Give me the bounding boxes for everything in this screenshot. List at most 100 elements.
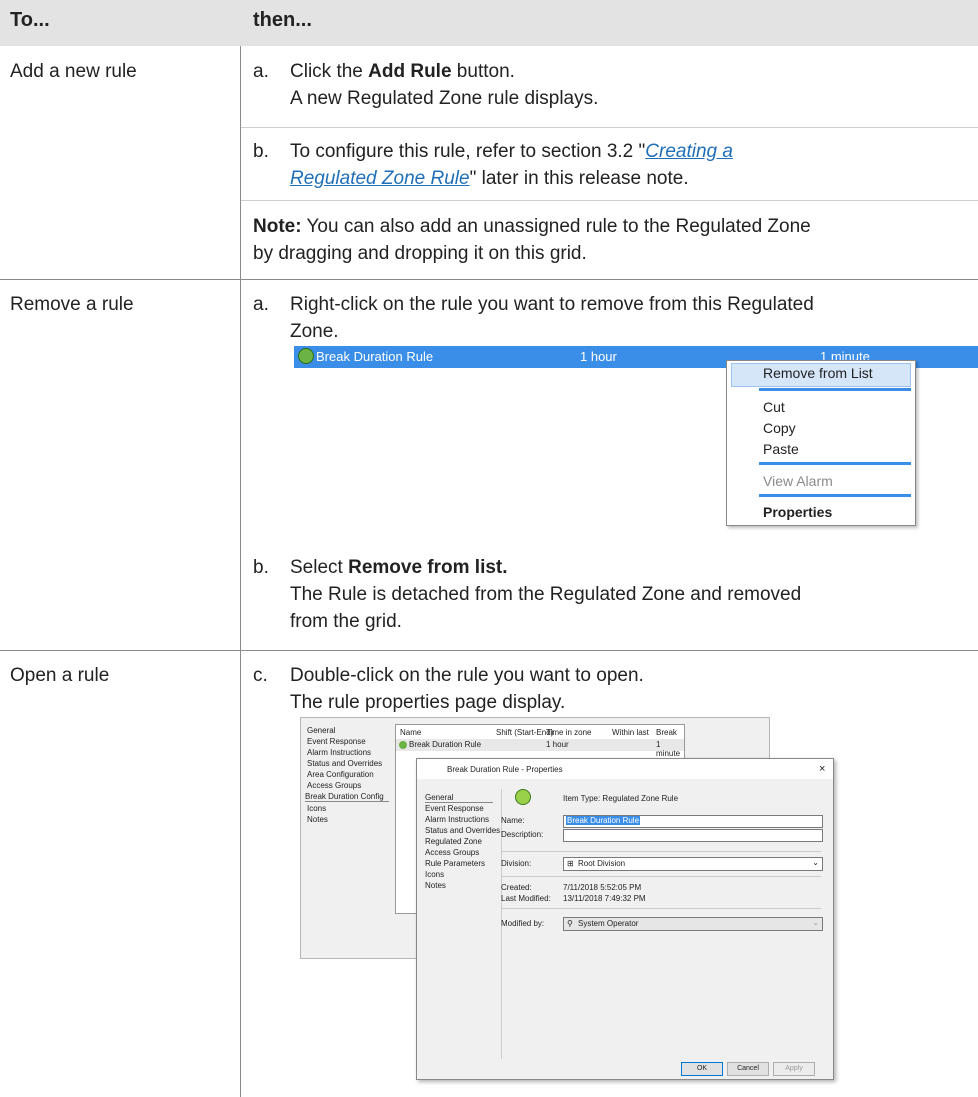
- step-add-click: Click the Add Rule button.: [290, 61, 515, 82]
- step-divider: [241, 127, 978, 128]
- nav-item[interactable]: Break Duration Config: [305, 792, 389, 802]
- nav-item[interactable]: Alarm Instructions: [307, 748, 371, 757]
- description-label: Description:: [501, 830, 544, 839]
- created-value: 7/11/2018 5:52:05 PM: [563, 883, 642, 892]
- nav-item[interactable]: Event Response: [307, 737, 366, 746]
- step-letter: c.: [253, 665, 268, 686]
- description-field[interactable]: [563, 829, 823, 842]
- step-open-result: The rule properties page display.: [290, 692, 566, 713]
- menu-item-view-alarm[interactable]: View Alarm: [763, 473, 833, 489]
- header-to: To...: [10, 9, 50, 31]
- nav-item[interactable]: Rule Parameters: [425, 859, 485, 868]
- step-remove-select: Select Remove from list.: [290, 557, 508, 578]
- stopwatch-icon: [515, 789, 531, 805]
- step-remove-result-cont: from the grid.: [290, 611, 402, 632]
- row-divider: [0, 279, 978, 280]
- action-open-rule: Open a rule: [10, 665, 110, 686]
- context-menu: Remove from List Cut Copy Paste View Ala…: [726, 360, 916, 526]
- modified-label: Last Modified:: [501, 894, 551, 903]
- step-remove-result: The Rule is detached from the Regulated …: [290, 584, 802, 605]
- section-divider: [501, 851, 821, 852]
- ok-button[interactable]: OK: [681, 1062, 723, 1076]
- step-letter: a.: [253, 294, 269, 315]
- menu-item-cut[interactable]: Cut: [763, 399, 785, 415]
- close-icon[interactable]: ×: [819, 763, 825, 775]
- menu-item-properties[interactable]: Properties: [763, 504, 832, 520]
- note-line-2: by dragging and dropping it on this grid…: [253, 243, 587, 264]
- nav-item[interactable]: Icons: [425, 870, 444, 879]
- nav-item[interactable]: Event Response: [425, 804, 484, 813]
- menu-separator: [759, 388, 911, 391]
- row-divider: [0, 650, 978, 651]
- stopwatch-icon: [298, 348, 314, 364]
- name-label: Name:: [501, 816, 525, 825]
- step-letter: b.: [253, 557, 269, 578]
- apply-button[interactable]: Apply: [773, 1062, 815, 1076]
- cancel-button[interactable]: Cancel: [727, 1062, 769, 1076]
- col-header-within[interactable]: Within last: [612, 728, 649, 737]
- creating-rule-link[interactable]: Creating a: [645, 141, 733, 162]
- rule-time: 1 hour: [580, 349, 617, 364]
- modified-value: 13/11/2018 7:49:32 PM: [563, 894, 646, 903]
- nav-item[interactable]: Alarm Instructions: [425, 815, 489, 824]
- menu-item-copy[interactable]: Copy: [763, 420, 796, 436]
- rule-properties-dialog: Break Duration Rule - Properties × Gener…: [416, 758, 834, 1080]
- chevron-down-icon: ⌄: [812, 858, 819, 867]
- step-add-result: A new Regulated Zone rule displays.: [290, 88, 599, 109]
- nav-item[interactable]: General: [425, 793, 493, 803]
- col-header-shift[interactable]: Shift (Start-End): [496, 728, 553, 737]
- section-divider: [501, 876, 821, 877]
- col-header-time[interactable]: Time in zone: [546, 728, 592, 737]
- action-remove-rule: Remove a rule: [10, 294, 134, 315]
- division-label: Division:: [501, 859, 532, 868]
- column-divider: [240, 46, 241, 1097]
- header-then: then...: [253, 9, 312, 31]
- name-field[interactable]: Break Duration Rule: [563, 815, 823, 828]
- created-label: Created:: [501, 883, 532, 892]
- add-rule-term: Add Rule: [368, 61, 452, 82]
- rule-name: Break Duration Rule: [316, 349, 434, 364]
- action-add-rule: Add a new rule: [10, 61, 137, 82]
- nav-item[interactable]: Area Configuration: [307, 770, 374, 779]
- col-header-break[interactable]: Break: [656, 728, 677, 737]
- note-label: Note:: [253, 216, 302, 237]
- menu-separator: [759, 494, 911, 497]
- procedure-table: To... then... Add a new rule a. Click th…: [0, 0, 978, 1097]
- table-header: To... then...: [0, 0, 978, 46]
- step-letter: b.: [253, 141, 269, 162]
- modified-by-select: ⚲ System Operator ⌄: [563, 917, 823, 931]
- step-divider: [241, 200, 978, 201]
- step-add-configure-cont: Regulated Zone Rule" later in this relea…: [290, 168, 689, 189]
- nav-item[interactable]: Icons: [307, 804, 326, 813]
- step-add-configure: To configure this rule, refer to section…: [290, 141, 733, 162]
- nav-item[interactable]: General: [307, 726, 335, 735]
- stopwatch-icon: [399, 741, 407, 749]
- division-select[interactable]: ⊞ Root Division ⌄: [563, 857, 823, 871]
- nav-item[interactable]: Notes: [425, 881, 446, 890]
- menu-item-remove[interactable]: Remove from List: [763, 365, 873, 381]
- col-header-name[interactable]: Name: [400, 728, 421, 737]
- section-divider: [501, 908, 821, 909]
- user-icon: ⚲: [567, 919, 573, 928]
- nav-item[interactable]: Regulated Zone: [425, 837, 482, 846]
- nav-item[interactable]: Status and Overrides: [425, 826, 500, 835]
- step-letter: a.: [253, 61, 269, 82]
- nav-item[interactable]: Access Groups: [425, 848, 479, 857]
- division-icon: ⊞: [567, 859, 574, 868]
- remove-from-list-term: Remove from list.: [348, 557, 508, 578]
- chevron-down-icon: ⌄: [812, 918, 819, 927]
- nav-item[interactable]: Notes: [307, 815, 328, 824]
- menu-separator: [759, 462, 911, 465]
- step-remove-rightclick-cont: Zone.: [290, 321, 339, 342]
- creating-rule-link-cont[interactable]: Regulated Zone Rule: [290, 168, 470, 189]
- nav-item[interactable]: Access Groups: [307, 781, 361, 790]
- step-remove-rightclick: Right-click on the rule you want to remo…: [290, 294, 814, 315]
- modified-by-label: Modified by:: [501, 919, 545, 928]
- item-type: Item Type: Regulated Zone Rule: [563, 794, 679, 803]
- dialog-title: Break Duration Rule - Properties: [447, 765, 563, 774]
- menu-item-paste[interactable]: Paste: [763, 441, 799, 457]
- note-line: Note: You can also add an unassigned rul…: [253, 216, 811, 237]
- nav-item[interactable]: Status and Overrides: [307, 759, 382, 768]
- grid-row[interactable]: Break Duration Rule 1 hour 1 minute: [396, 739, 684, 758]
- step-open-doubleclick: Double-click on the rule you want to ope…: [290, 665, 644, 686]
